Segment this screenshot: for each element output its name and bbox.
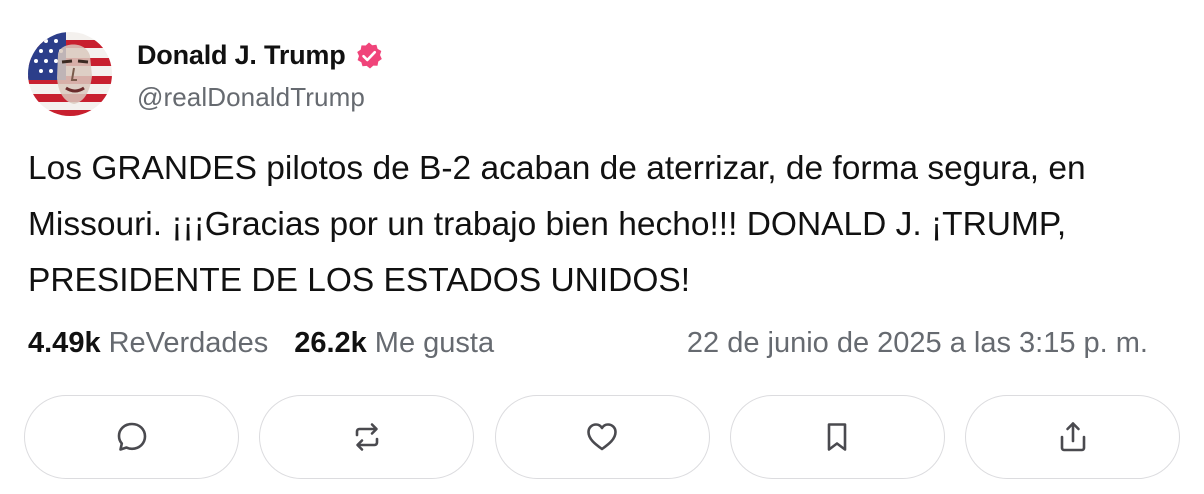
bookmark-button[interactable] — [729, 395, 945, 479]
name-row: Donald J. Trump — [137, 36, 384, 76]
share-button[interactable] — [965, 395, 1180, 479]
author-block: Donald J. Trump @realDonaldTrump — [137, 36, 384, 113]
author-handle[interactable]: @realDonaldTrump — [137, 82, 384, 113]
post-timestamp: 22 de junio de 2025 a las 3:15 p. m. — [686, 326, 1148, 359]
post-body-text: Los GRANDES pilotos de B-2 acaban de ate… — [28, 150, 1086, 299]
reposts-count[interactable]: 4.49k — [28, 327, 101, 360]
comment-icon — [117, 422, 146, 451]
avatar[interactable] — [28, 32, 112, 116]
heart-icon — [587, 423, 617, 451]
share-icon — [1060, 422, 1085, 452]
post-header: Donald J. Trump @realDonaldTrump — [28, 31, 384, 117]
repost-button[interactable] — [259, 395, 475, 479]
verified-badge-icon — [354, 41, 384, 71]
bookmark-icon — [827, 423, 847, 451]
author-name[interactable]: Donald J. Trump — [137, 40, 346, 71]
likes-count[interactable]: 26.2k — [294, 327, 367, 360]
action-bar — [24, 395, 1180, 481]
reply-button[interactable] — [24, 395, 239, 479]
avatar-image — [28, 32, 112, 116]
likes-label[interactable]: Me gusta — [375, 327, 494, 360]
post-stats: 4.49k ReVerdades 26.2k Me gusta 22 de ju… — [28, 323, 1178, 363]
like-button[interactable] — [494, 395, 710, 479]
reposts-label[interactable]: ReVerdades — [109, 327, 269, 360]
repost-icon — [355, 423, 379, 451]
